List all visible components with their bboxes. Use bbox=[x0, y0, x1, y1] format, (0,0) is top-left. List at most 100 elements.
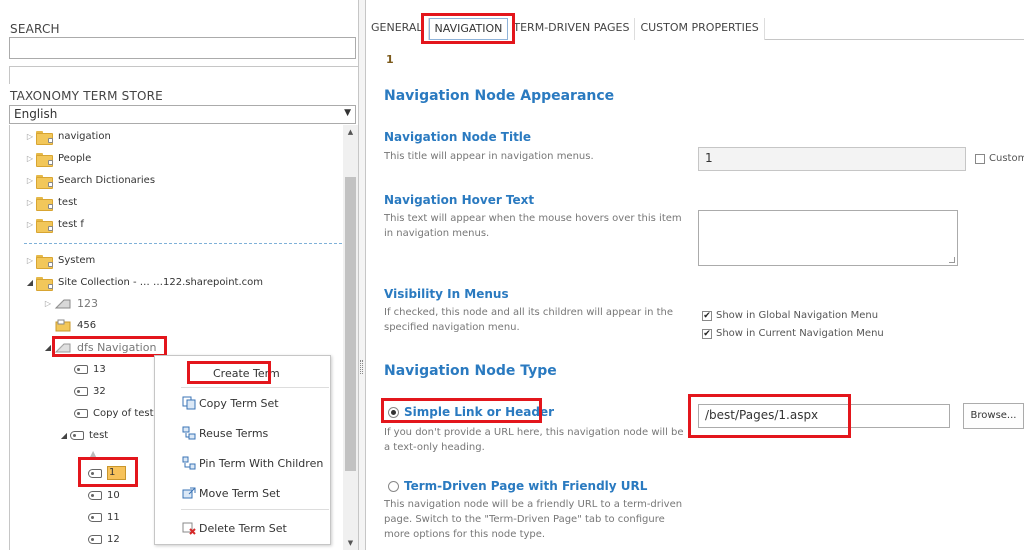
scroll-thumb[interactable] bbox=[345, 177, 356, 471]
hover-text-desc-1: This text will appear when the mouse hov… bbox=[384, 213, 682, 224]
tree-term-11[interactable]: 11 bbox=[88, 508, 120, 526]
term-icon bbox=[88, 468, 102, 478]
custom-title-checkbox[interactable]: Custom bbox=[975, 153, 1024, 164]
termset-icon bbox=[55, 319, 71, 331]
folder-icon bbox=[36, 174, 53, 189]
menu-item-reuse-terms[interactable]: Reuse Terms bbox=[155, 422, 330, 444]
menu-item-pin-term[interactable]: Pin Term With Children bbox=[155, 452, 330, 474]
menu-item-create-term[interactable]: Create Term bbox=[155, 362, 330, 384]
blank-icon bbox=[195, 365, 211, 381]
checkmark-icon[interactable]: ✔ bbox=[702, 328, 712, 339]
node-type-heading: Navigation Node Type bbox=[384, 363, 557, 379]
term-icon bbox=[74, 364, 88, 374]
property-tabs: GENERAL NAVIGATION TERM-DRIVEN PAGES CUS… bbox=[366, 18, 1024, 40]
radio-unselected-icon[interactable] bbox=[388, 480, 399, 492]
tab-general[interactable]: GENERAL bbox=[366, 18, 429, 40]
checkmark-icon[interactable]: ✔ bbox=[702, 310, 712, 321]
hover-text-label: Navigation Hover Text bbox=[384, 193, 535, 207]
scroll-up-icon[interactable]: ▲ bbox=[343, 125, 358, 139]
tree-group-site-collection[interactable]: ◢ Site Collection - … …122.sharepoint.co… bbox=[24, 273, 263, 291]
tree-termset-123[interactable]: ▷ 123 bbox=[42, 294, 98, 312]
menu-label: Move Term Set bbox=[199, 486, 281, 500]
checkbox-icon[interactable] bbox=[975, 153, 985, 164]
expand-icon[interactable]: ▷ bbox=[24, 198, 36, 207]
expand-icon[interactable]: ▷ bbox=[24, 132, 36, 141]
drag-up-arrow-icon: ▲ bbox=[90, 448, 97, 458]
search-input[interactable] bbox=[9, 37, 356, 59]
tree-label: System bbox=[58, 254, 96, 266]
collapse-icon[interactable]: ◢ bbox=[42, 343, 54, 352]
tab-term-driven-pages[interactable]: TERM-DRIVEN PAGES bbox=[508, 18, 636, 40]
node-title-input[interactable]: 1 bbox=[698, 147, 966, 171]
term-icon bbox=[88, 512, 102, 522]
expand-icon[interactable]: ▷ bbox=[24, 154, 36, 163]
tree-label: 11 bbox=[107, 511, 120, 523]
tree-group-test[interactable]: ▷ test bbox=[24, 193, 77, 211]
node-title-desc: This title will appear in navigation men… bbox=[384, 151, 594, 162]
visibility-label: Visibility In Menus bbox=[384, 287, 509, 301]
term-icon bbox=[70, 430, 84, 440]
browse-button[interactable]: Browse... bbox=[963, 403, 1024, 429]
tab-navigation[interactable]: NAVIGATION bbox=[428, 18, 509, 40]
delete-icon bbox=[182, 522, 196, 535]
current-nav-checkbox[interactable]: ✔ Show in Current Navigation Menu bbox=[702, 328, 884, 339]
radio-selected-icon[interactable] bbox=[388, 406, 399, 418]
tree-label: test bbox=[58, 196, 78, 208]
url-input[interactable]: /best/Pages/1.aspx bbox=[698, 404, 950, 428]
tab-custom-properties[interactable]: CUSTOM PROPERTIES bbox=[635, 18, 765, 40]
tree-label: 13 bbox=[93, 363, 106, 375]
tree-term-copy-of-test[interactable]: Copy of test bbox=[74, 404, 154, 422]
term-store-panel: SEARCH TAXONOMY TERM STORE English ▼ ▷ n… bbox=[0, 0, 359, 550]
tree-label: 10 bbox=[107, 489, 120, 501]
scroll-down-icon[interactable]: ▼ bbox=[343, 536, 358, 550]
folder-icon bbox=[36, 254, 53, 269]
term-driven-desc-1: This navigation node will be a friendly … bbox=[384, 499, 683, 510]
tree-label: Search Dictionaries bbox=[58, 174, 156, 186]
appearance-heading: Navigation Node Appearance bbox=[384, 88, 615, 104]
expand-icon[interactable]: ▷ bbox=[24, 220, 36, 229]
termset-icon bbox=[54, 299, 71, 308]
collapse-icon[interactable]: ◢ bbox=[58, 431, 70, 440]
tree-term-13[interactable]: 13 bbox=[74, 360, 106, 378]
tree-group-search-dictionaries[interactable]: ▷ Search Dictionaries bbox=[24, 171, 155, 189]
tree-label: 12 bbox=[107, 533, 120, 545]
simple-link-desc-1: If you don't provide a URL here, this na… bbox=[384, 427, 684, 438]
menu-item-copy-term-set[interactable]: Copy Term Set bbox=[155, 392, 330, 414]
tree-label-editing[interactable]: 1 bbox=[107, 466, 127, 480]
term-driven-radio[interactable]: Term-Driven Page with Friendly URL bbox=[388, 479, 647, 493]
copy-icon bbox=[182, 396, 196, 410]
tree-group-system[interactable]: ▷ System bbox=[24, 251, 95, 269]
expand-icon[interactable]: ▷ bbox=[24, 256, 36, 265]
expand-icon[interactable]: ▷ bbox=[42, 299, 54, 308]
simple-link-radio[interactable]: Simple Link or Header bbox=[388, 405, 554, 419]
tree-term-1[interactable]: 1 bbox=[88, 464, 127, 482]
hover-text-input[interactable] bbox=[698, 210, 958, 266]
tree-term-32[interactable]: 32 bbox=[74, 382, 106, 400]
term-driven-label: Term-Driven Page with Friendly URL bbox=[404, 479, 648, 493]
global-nav-label: Show in Global Navigation Menu bbox=[716, 310, 879, 321]
tree-term-10[interactable]: 10 bbox=[88, 486, 120, 504]
move-icon bbox=[182, 487, 196, 499]
tree-termset-dfs-navigation[interactable]: ◢ dfs Navigation bbox=[42, 338, 157, 356]
search-results-area bbox=[9, 66, 358, 84]
tree-label: 456 bbox=[77, 319, 97, 331]
tree-term-test[interactable]: ◢ test bbox=[58, 426, 108, 444]
menu-label: Delete Term Set bbox=[199, 521, 287, 535]
tree-group-test-f[interactable]: ▷ test f bbox=[24, 215, 84, 233]
language-select[interactable]: English ▼ bbox=[9, 105, 356, 124]
resize-handle-icon[interactable] bbox=[949, 257, 955, 263]
menu-item-move-term-set[interactable]: Move Term Set bbox=[155, 482, 330, 504]
tree-group-people[interactable]: ▷ People bbox=[24, 149, 91, 167]
menu-item-delete-term-set[interactable]: Delete Term Set bbox=[155, 517, 330, 539]
folder-icon bbox=[36, 218, 53, 233]
tree-termset-456[interactable]: 456 bbox=[54, 316, 96, 334]
tree-scrollbar[interactable]: ▲ ▼ bbox=[343, 125, 358, 550]
expand-icon[interactable]: ▷ bbox=[24, 176, 36, 185]
tree-group-navigation[interactable]: ▷ navigation bbox=[24, 127, 111, 145]
splitter-grip-icon[interactable] bbox=[360, 360, 363, 374]
tree-term-12[interactable]: 12 bbox=[88, 530, 120, 548]
global-nav-checkbox[interactable]: ✔ Show in Global Navigation Menu bbox=[702, 310, 878, 321]
collapse-icon[interactable]: ◢ bbox=[24, 278, 36, 287]
term-icon bbox=[74, 386, 88, 396]
menu-label: Copy Term Set bbox=[199, 396, 279, 410]
